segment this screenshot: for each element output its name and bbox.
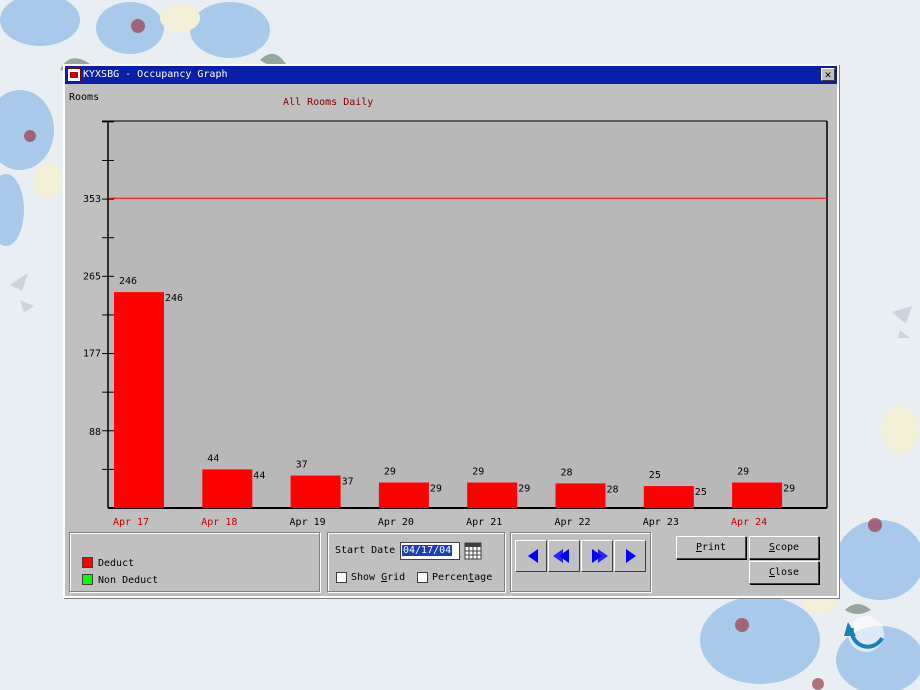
plot-background xyxy=(108,121,827,508)
legend-label-deduct: Deduct xyxy=(98,558,135,569)
bar-value-label-right: 29 xyxy=(430,484,442,495)
y-tick-label: 353 xyxy=(83,194,101,205)
x-tick-label: Apr 18 xyxy=(201,517,237,528)
first-icon xyxy=(528,549,538,563)
bar xyxy=(467,482,518,508)
close-button[interactable]: Close xyxy=(749,561,819,584)
date-options-panel: Start Date 04/17/04 Show Grid Percentage xyxy=(327,532,505,592)
rewind-button[interactable] xyxy=(548,540,580,572)
scope-button[interactable]: Scope xyxy=(749,536,819,559)
percentage-label-pre: Percen xyxy=(432,572,469,583)
bar-value-label: 29 xyxy=(384,467,396,478)
percentage-checkbox[interactable] xyxy=(417,572,428,583)
bar xyxy=(378,482,429,508)
title-bar: KYXSBG - Occupancy Graph ✕ xyxy=(65,66,837,84)
navigation-panel xyxy=(510,532,651,592)
legend-label-non-deduct: Non Deduct xyxy=(98,575,159,586)
next-button[interactable] xyxy=(614,540,646,572)
calendar-icon[interactable] xyxy=(464,542,482,560)
bar-value-label-right: 29 xyxy=(783,484,795,495)
bar-value-label: 246 xyxy=(119,276,137,287)
show-grid-checkbox[interactable] xyxy=(336,572,347,583)
bar xyxy=(555,483,606,508)
x-tick-label: Apr 21 xyxy=(466,517,502,528)
bar xyxy=(114,292,164,508)
start-date-label: Start Date xyxy=(335,545,396,556)
fast-forward-button[interactable] xyxy=(581,540,613,572)
x-tick-label: Apr 22 xyxy=(554,517,590,528)
start-date-value: 04/17/04 xyxy=(402,545,453,556)
bar-value-label: 44 xyxy=(207,453,219,464)
window-title: KYXSBG - Occupancy Graph xyxy=(83,69,228,80)
percentage-label-post: age xyxy=(474,572,493,583)
show-grid-label-pre: Show xyxy=(351,572,382,583)
occupancy-chart: Rooms All Rooms Daily 88 177 265 353 246 246 A… xyxy=(69,92,828,528)
x-tick-label: Apr 24 xyxy=(731,517,767,528)
bar xyxy=(732,482,783,508)
plot-area: 88 177 265 353 246 246 Apr 17 44 44 Apr 18 37 37 Apr… xyxy=(83,120,828,528)
print-button[interactable]: Print xyxy=(676,536,746,559)
scope-rest: cope xyxy=(774,542,800,553)
bar-value-label: 29 xyxy=(472,467,484,478)
bar-value-label-right: 44 xyxy=(253,470,265,481)
chart-title: All Rooms Daily xyxy=(283,97,373,108)
bar xyxy=(202,469,253,508)
bar xyxy=(290,475,341,508)
occupancy-graph-window: KYXSBG - Occupancy Graph ✕ Rooms All Roo… xyxy=(63,64,839,598)
legend-swatch-non-deduct xyxy=(82,574,93,585)
x-tick-label: Apr 20 xyxy=(378,517,414,528)
bar-value-label: 28 xyxy=(561,467,573,478)
show-grid-label-post: rid xyxy=(387,572,406,583)
y-axis-label: Rooms xyxy=(69,92,99,103)
y-tick-label: 88 xyxy=(89,427,101,438)
y-tick-label: 177 xyxy=(83,349,101,360)
legend-item-non-deduct: Non Deduct xyxy=(82,574,158,586)
first-button[interactable] xyxy=(515,540,547,572)
percentage-label: Percentage xyxy=(432,572,492,583)
bar-value-label-right: 37 xyxy=(342,477,354,488)
bar-value-label-right: 25 xyxy=(695,487,707,498)
bar xyxy=(643,486,694,508)
print-rest: rint xyxy=(701,542,727,553)
legend-panel: Deduct Non Deduct xyxy=(69,532,320,592)
bottom-panel: Deduct Non Deduct Start Date 04/17/04 Sh… xyxy=(69,532,829,592)
legend-swatch-deduct xyxy=(82,557,93,568)
fast-forward-icon xyxy=(592,549,608,563)
app-icon xyxy=(67,68,81,82)
bar-value-label: 37 xyxy=(296,460,308,471)
y-tick-label: 265 xyxy=(83,271,101,282)
bar-value-label-right: 28 xyxy=(607,484,619,495)
bar-value-label-right: 246 xyxy=(165,293,183,304)
legend-item-deduct: Deduct xyxy=(82,557,134,569)
close-window-button[interactable]: ✕ xyxy=(821,68,835,81)
close-rest: lose xyxy=(774,567,800,578)
bar-value-label: 29 xyxy=(737,467,749,478)
x-tick-label: Apr 19 xyxy=(290,517,326,528)
x-tick-label: Apr 23 xyxy=(643,517,679,528)
rewind-icon xyxy=(553,549,569,563)
bar-value-label-right: 29 xyxy=(518,484,530,495)
bar-value-label: 25 xyxy=(649,470,661,481)
show-grid-label: Show Grid xyxy=(351,572,405,583)
start-date-field[interactable]: 04/17/04 xyxy=(400,542,460,560)
next-icon xyxy=(626,549,636,563)
x-tick-label: Apr 17 xyxy=(113,517,149,528)
